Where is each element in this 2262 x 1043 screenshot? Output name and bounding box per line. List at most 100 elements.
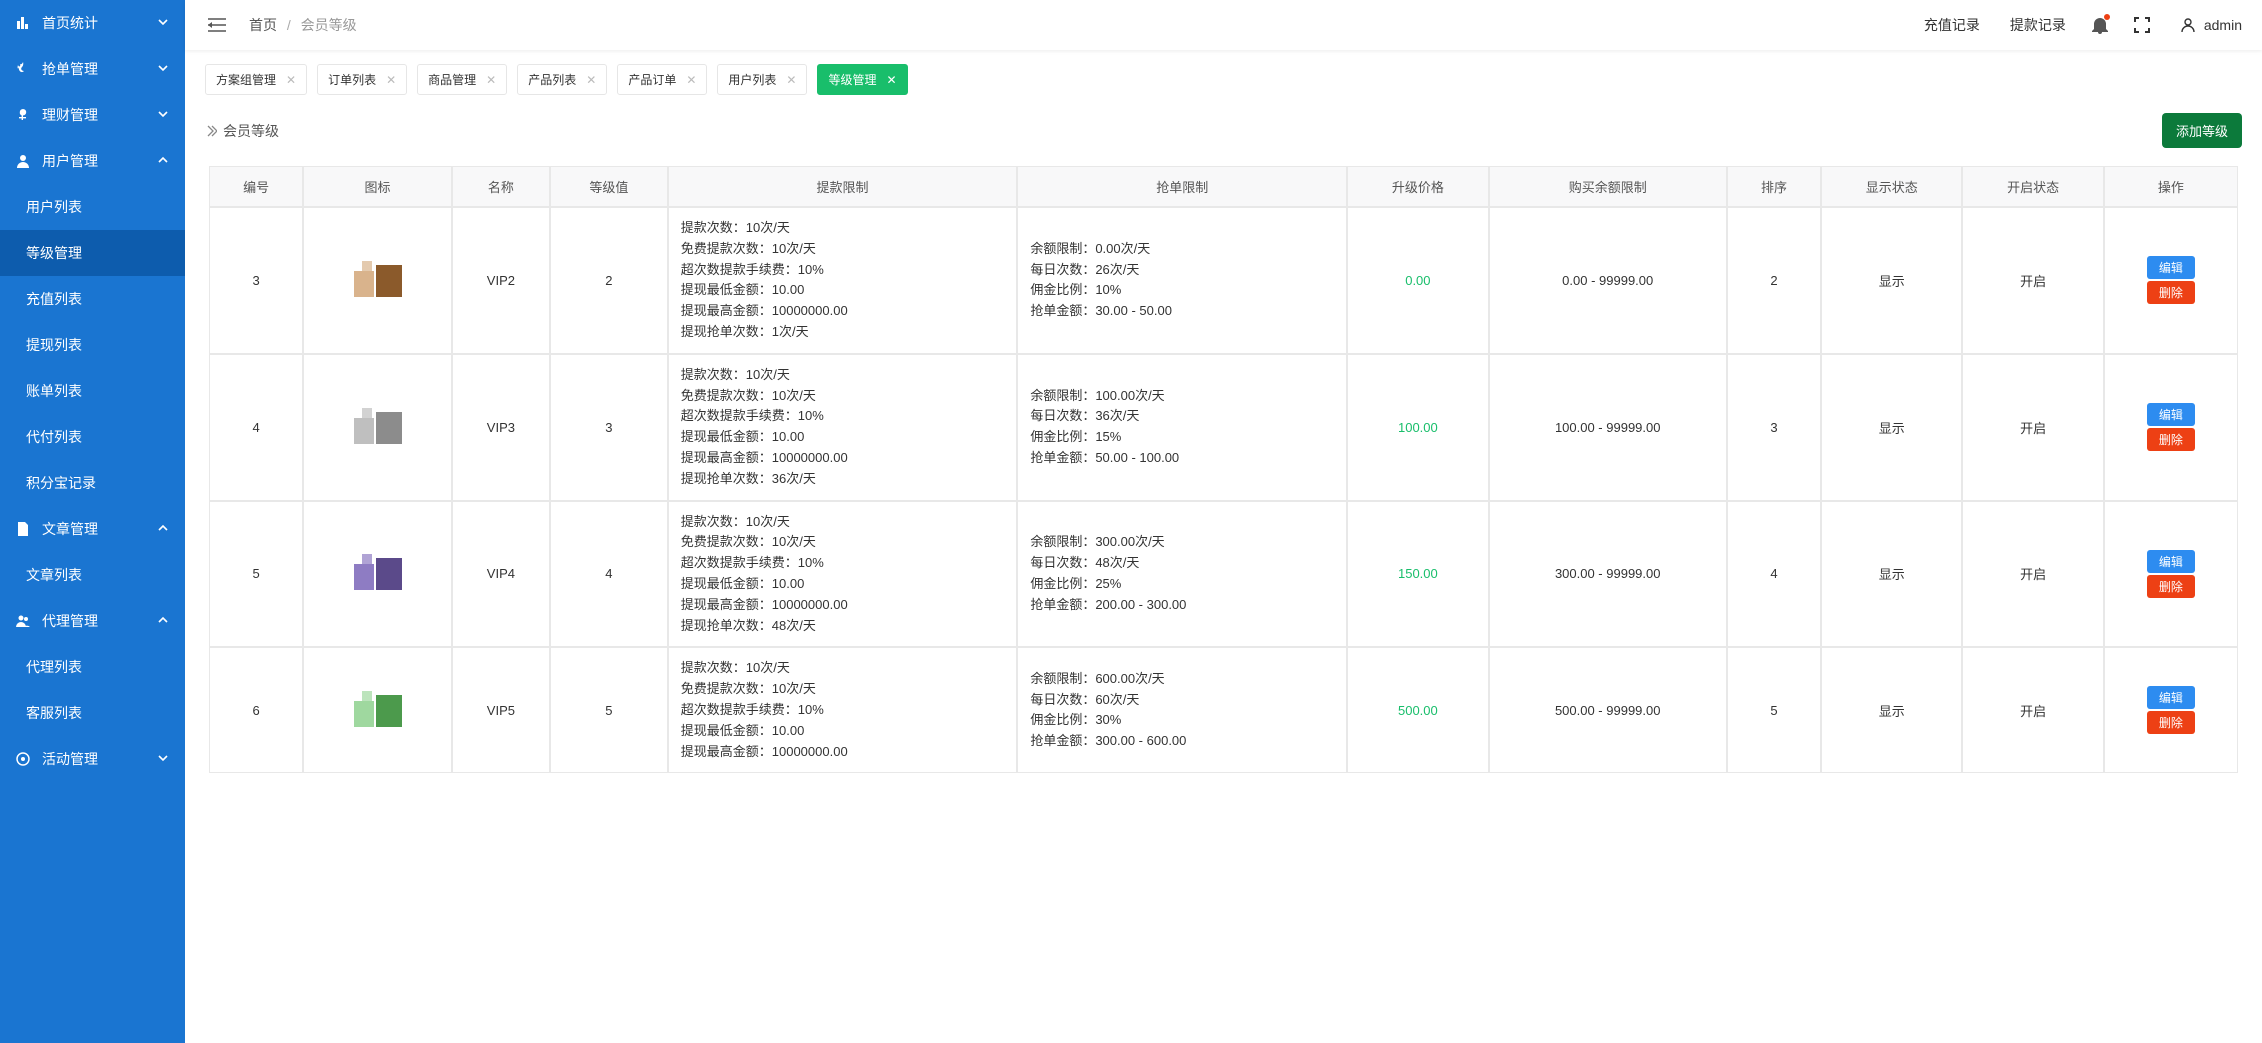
sidebar-sub-item[interactable]: 用户列表	[0, 184, 185, 230]
gift-icon	[16, 752, 32, 766]
fullscreen-icon[interactable]	[2134, 17, 2150, 33]
cell-id: 6	[209, 647, 303, 773]
notification-bell-icon[interactable]	[2092, 16, 2108, 34]
tab-item[interactable]: 产品订单✕	[617, 64, 707, 95]
chevron-down-icon	[157, 61, 169, 77]
sidebar-menu-fire[interactable]: 抢单管理	[0, 46, 185, 92]
sidebar-menu-coin[interactable]: 理财管理	[0, 92, 185, 138]
cell-grab-limit: 余额限制：0.00次/天每日次数：26次/天佣金比例：10%抢单金额：30.00…	[1017, 207, 1347, 354]
tab-item[interactable]: 订单列表✕	[317, 64, 407, 95]
breadcrumb: 首页 / 会员等级	[249, 15, 357, 35]
sidebar-sub-item[interactable]: 文章列表	[0, 552, 185, 598]
breadcrumb-current: 会员等级	[301, 17, 357, 33]
cell-sort: 5	[1727, 647, 1821, 773]
header-withdraw-link[interactable]: 提款记录	[2010, 15, 2066, 35]
table-header: 升级价格	[1347, 166, 1488, 207]
table-header: 抢单限制	[1017, 166, 1347, 207]
users-icon	[16, 614, 32, 628]
tab-item[interactable]: 产品列表✕	[517, 64, 607, 95]
edit-button[interactable]: 编辑	[2147, 403, 2195, 426]
sidebar-sub-item[interactable]: 等级管理	[0, 230, 185, 276]
header-bar: 首页 / 会员等级 充值记录 提款记录 admin	[185, 0, 2262, 50]
sidebar-sub-item[interactable]: 积分宝记录	[0, 460, 185, 506]
delete-button[interactable]: 删除	[2147, 428, 2195, 451]
table-header: 编号	[209, 166, 303, 207]
breadcrumb-home[interactable]: 首页	[249, 17, 277, 33]
edit-button[interactable]: 编辑	[2147, 256, 2195, 279]
level-image	[350, 257, 406, 301]
header-username: admin	[2204, 17, 2242, 33]
cell-ops: 编辑删除	[2104, 207, 2238, 354]
edit-button[interactable]: 编辑	[2147, 686, 2195, 709]
cell-icon	[303, 647, 452, 773]
cell-enabled: 开启	[1962, 501, 2103, 648]
header-recharge-link[interactable]: 充值记录	[1924, 15, 1980, 35]
table-header: 开启状态	[1962, 166, 2103, 207]
sidebar-sub-item[interactable]: 账单列表	[0, 368, 185, 414]
cell-sort: 2	[1727, 207, 1821, 354]
cell-withdraw-limit: 提款次数：10次/天免费提款次数：10次/天超次数提款手续费：10%提现最低金额…	[668, 207, 1018, 354]
cell-price: 0.00	[1347, 207, 1488, 354]
sidebar-menu-chart[interactable]: 首页统计	[0, 0, 185, 46]
delete-button[interactable]: 删除	[2147, 281, 2195, 304]
cell-show: 显示	[1821, 501, 1962, 648]
cell-level: 4	[550, 501, 668, 648]
sidebar-menu-user[interactable]: 用户管理	[0, 138, 185, 184]
cell-enabled: 开启	[1962, 207, 2103, 354]
close-icon[interactable]: ✕	[886, 74, 896, 86]
table-header: 排序	[1727, 166, 1821, 207]
cell-icon	[303, 354, 452, 501]
chevron-up-icon	[157, 153, 169, 169]
close-icon[interactable]: ✕	[386, 74, 396, 86]
tab-item[interactable]: 用户列表✕	[717, 64, 807, 95]
sidebar-menu-gift[interactable]: 活动管理	[0, 736, 185, 782]
table-row: 5VIP44提款次数：10次/天免费提款次数：10次/天超次数提款手续费：10%…	[209, 501, 2238, 648]
add-level-button[interactable]: 添加等级	[2162, 113, 2242, 148]
cell-id: 4	[209, 354, 303, 501]
cell-balance-limit: 0.00 - 99999.00	[1489, 207, 1727, 354]
cell-name: VIP4	[452, 501, 550, 648]
sidebar-sub-item[interactable]: 充值列表	[0, 276, 185, 322]
cell-price: 100.00	[1347, 354, 1488, 501]
sidebar-sub-item[interactable]: 提现列表	[0, 322, 185, 368]
fire-icon	[16, 62, 32, 76]
coin-icon	[16, 108, 32, 122]
table-header: 图标	[303, 166, 452, 207]
close-icon[interactable]: ✕	[686, 74, 696, 86]
cell-withdraw-limit: 提款次数：10次/天免费提款次数：10次/天超次数提款手续费：10%提现最低金额…	[668, 501, 1018, 648]
tab-item[interactable]: 方案组管理✕	[205, 64, 307, 95]
close-icon[interactable]: ✕	[586, 74, 596, 86]
tab-item[interactable]: 等级管理✕	[817, 64, 907, 95]
delete-button[interactable]: 删除	[2147, 711, 2195, 734]
header-user-menu[interactable]: admin	[2180, 17, 2242, 33]
cell-grab-limit: 余额限制：600.00次/天每日次数：60次/天佣金比例：30%抢单金额：300…	[1017, 647, 1347, 773]
level-image	[350, 404, 406, 448]
edit-button[interactable]: 编辑	[2147, 550, 2195, 573]
tabs-bar: 方案组管理✕ 订单列表✕ 商品管理✕ 产品列表✕ 产品订单✕ 用户列表✕ 等级管理✕	[185, 50, 2262, 95]
table-row: 3VIP22提款次数：10次/天免费提款次数：10次/天超次数提款手续费：10%…	[209, 207, 2238, 354]
sidebar-collapse-button[interactable]	[205, 13, 229, 37]
cell-enabled: 开启	[1962, 354, 2103, 501]
close-icon[interactable]: ✕	[286, 74, 296, 86]
chevron-up-icon	[157, 521, 169, 537]
doc-icon	[16, 522, 32, 536]
cell-icon	[303, 207, 452, 354]
user-icon	[16, 154, 32, 168]
sidebar-sub-item[interactable]: 客服列表	[0, 690, 185, 736]
chevron-down-icon	[157, 751, 169, 767]
sidebar: 首页统计抢单管理理财管理用户管理用户列表等级管理充值列表提现列表账单列表代付列表…	[0, 0, 185, 1043]
delete-button[interactable]: 删除	[2147, 575, 2195, 598]
sidebar-sub-item[interactable]: 代付列表	[0, 414, 185, 460]
page-title: 会员等级	[205, 121, 279, 141]
chevron-down-icon	[157, 15, 169, 31]
cell-show: 显示	[1821, 354, 1962, 501]
level-image	[350, 550, 406, 594]
sidebar-menu-users[interactable]: 代理管理	[0, 598, 185, 644]
tab-item[interactable]: 商品管理✕	[417, 64, 507, 95]
close-icon[interactable]: ✕	[486, 74, 496, 86]
chart-icon	[16, 16, 32, 30]
sidebar-sub-item[interactable]: 代理列表	[0, 644, 185, 690]
close-icon[interactable]: ✕	[786, 74, 796, 86]
cell-name: VIP2	[452, 207, 550, 354]
sidebar-menu-doc[interactable]: 文章管理	[0, 506, 185, 552]
